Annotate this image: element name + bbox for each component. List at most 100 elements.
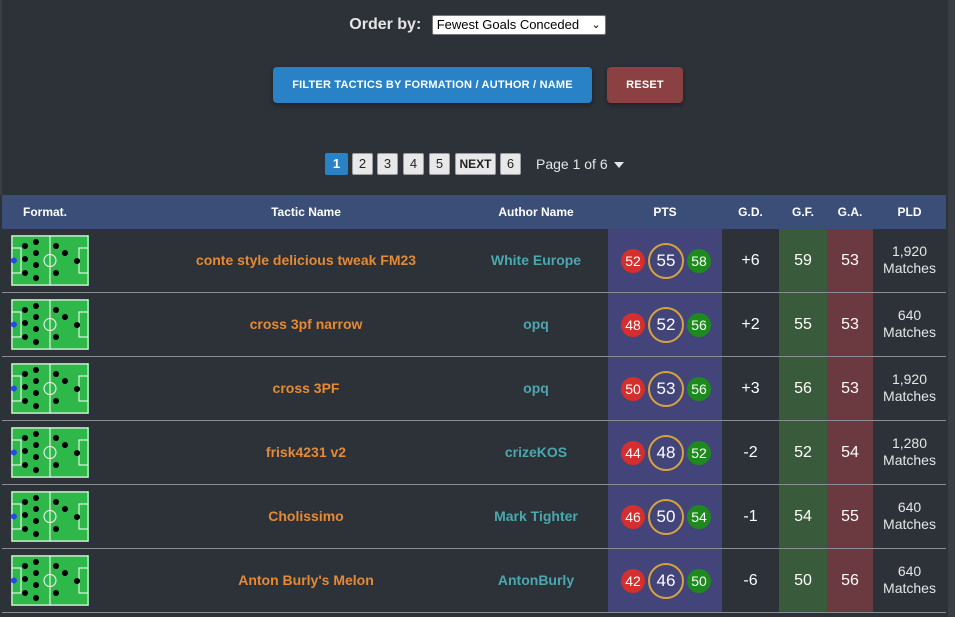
table-row[interactable]: conte style delicious tweak FM23 White E… (2, 229, 946, 293)
player-dot (33, 403, 39, 409)
author-name-link[interactable]: opq (474, 293, 598, 356)
table-row[interactable]: Anton Burly's Melon AntonBurly 42 46 50 … (2, 549, 946, 613)
pts-max-badge: 52 (687, 441, 711, 465)
player-dot (22, 576, 28, 582)
author-name-link[interactable]: White Europe (474, 229, 598, 292)
player-dot (33, 239, 39, 245)
player-dot (22, 590, 28, 596)
goals-for: 52 (779, 421, 827, 484)
formation-cell[interactable] (2, 549, 89, 612)
header-gf[interactable]: G.F. (779, 195, 827, 229)
filter-tactics-button[interactable]: FILTER TACTICS BY FORMATION / AUTHOR / N… (273, 67, 592, 103)
goals-for: 54 (779, 485, 827, 548)
player-dot (74, 258, 80, 264)
player-dot (53, 270, 59, 276)
formation-cell[interactable] (2, 357, 89, 420)
header-formation[interactable]: Format. (2, 195, 88, 229)
pts-max-badge: 50 (687, 569, 711, 593)
matches-played: 1,920 Matches (873, 229, 946, 292)
header-author-name[interactable]: Author Name (474, 195, 598, 229)
goals-against: 54 (827, 421, 873, 484)
player-dot (53, 499, 59, 505)
next-page-button[interactable]: NEXT (455, 153, 496, 175)
matches-count: 1,280 (891, 435, 928, 451)
formation-cell[interactable] (2, 293, 89, 356)
page-button-1[interactable]: 1 (325, 153, 348, 175)
formation-cell[interactable] (2, 485, 89, 548)
author-name-link[interactable]: opq (474, 357, 598, 420)
formation-pitch-icon (11, 299, 89, 350)
reset-button[interactable]: RESET (607, 67, 683, 103)
goals-for: 50 (779, 549, 827, 612)
player-dot (74, 578, 80, 584)
matches-unit: Matches (883, 260, 936, 276)
page-info-dropdown[interactable]: Page 1 of 6 (536, 153, 624, 175)
matches-unit: Matches (883, 580, 936, 596)
pts-min-badge: 46 (621, 505, 645, 529)
pts-value: 48 (648, 435, 684, 471)
tactic-name-link[interactable]: conte style delicious tweak FM23 (88, 229, 524, 292)
tactic-name-link[interactable]: Cholissimo (88, 485, 524, 548)
player-dot (33, 262, 39, 268)
page-button-3[interactable]: 3 (377, 153, 398, 175)
header-ga[interactable]: G.A. (827, 195, 873, 229)
header-pld[interactable]: PLD (873, 195, 946, 229)
header-gd[interactable]: G.D. (722, 195, 779, 229)
author-name-link[interactable]: crizeKOS (474, 421, 598, 484)
table-row[interactable]: frisk4231 v2 crizeKOS 44 48 52 -2 52 54 … (2, 421, 946, 485)
player-dot (33, 326, 39, 332)
pts-cell: 42 46 50 (608, 549, 722, 612)
page-button-5[interactable]: 5 (429, 153, 450, 175)
player-dot (62, 442, 68, 448)
tactic-name-link[interactable]: cross 3PF (88, 357, 524, 420)
player-dot (22, 270, 28, 276)
tactic-name-link[interactable]: frisk4231 v2 (88, 421, 524, 484)
goal-difference: +2 (741, 316, 760, 333)
goal-difference: +3 (741, 380, 760, 397)
page-info-text: Page 1 of 6 (536, 156, 608, 172)
table-row[interactable]: cross 3pf narrow opq 48 52 56 +2 55 53 6… (2, 293, 946, 357)
order-by-select[interactable]: Fewest Goals Conceded ⌄ (431, 15, 606, 35)
player-dot (53, 371, 59, 377)
header-pts[interactable]: PTS (608, 195, 722, 229)
goals-for: 59 (779, 229, 827, 292)
player-dot (53, 398, 59, 404)
player-dot (33, 506, 39, 512)
player-dot (62, 570, 68, 576)
goals-against: 56 (827, 549, 873, 612)
pts-cell: 48 52 56 (608, 293, 722, 356)
player-dot (53, 307, 59, 313)
frame-right-edge (948, 0, 955, 617)
page-button-4[interactable]: 4 (403, 153, 424, 175)
matches-played: 640 Matches (873, 485, 946, 548)
matches-played: 1,920 Matches (873, 357, 946, 420)
player-dot (53, 243, 59, 249)
pts-min-badge: 50 (621, 377, 645, 401)
goals-against: 55 (827, 485, 873, 548)
formation-cell[interactable] (2, 421, 89, 484)
matches-unit: Matches (883, 324, 936, 340)
player-dot (62, 250, 68, 256)
table-row[interactable]: Cholissimo Mark Tighter 46 50 54 -1 54 5… (2, 485, 946, 549)
page-button-6[interactable]: 6 (500, 153, 521, 175)
player-dot (22, 448, 28, 454)
header-tactic-name[interactable]: Tactic Name (88, 195, 524, 229)
player-dot (22, 526, 28, 532)
pts-max-badge: 56 (687, 313, 711, 337)
page-button-2[interactable]: 2 (352, 153, 373, 175)
player-dot (33, 531, 39, 537)
table-row[interactable]: cross 3PF opq 50 53 56 +3 56 53 1,920 Ma… (2, 357, 946, 421)
player-dot (74, 322, 80, 328)
player-dot (22, 243, 28, 249)
order-by-selected-value: Fewest Goals Conceded (436, 17, 580, 32)
player-dot (22, 371, 28, 377)
tactic-name-link[interactable]: cross 3pf narrow (88, 293, 524, 356)
formation-cell[interactable] (2, 229, 89, 292)
tactic-name-link[interactable]: Anton Burly's Melon (88, 549, 524, 612)
author-name-link[interactable]: AntonBurly (474, 549, 598, 612)
goals-for: 55 (779, 293, 827, 356)
author-name-link[interactable]: Mark Tighter (474, 485, 598, 548)
matches-count: 1,920 (891, 371, 928, 387)
player-dot (22, 435, 28, 441)
matches-unit: Matches (883, 516, 936, 532)
